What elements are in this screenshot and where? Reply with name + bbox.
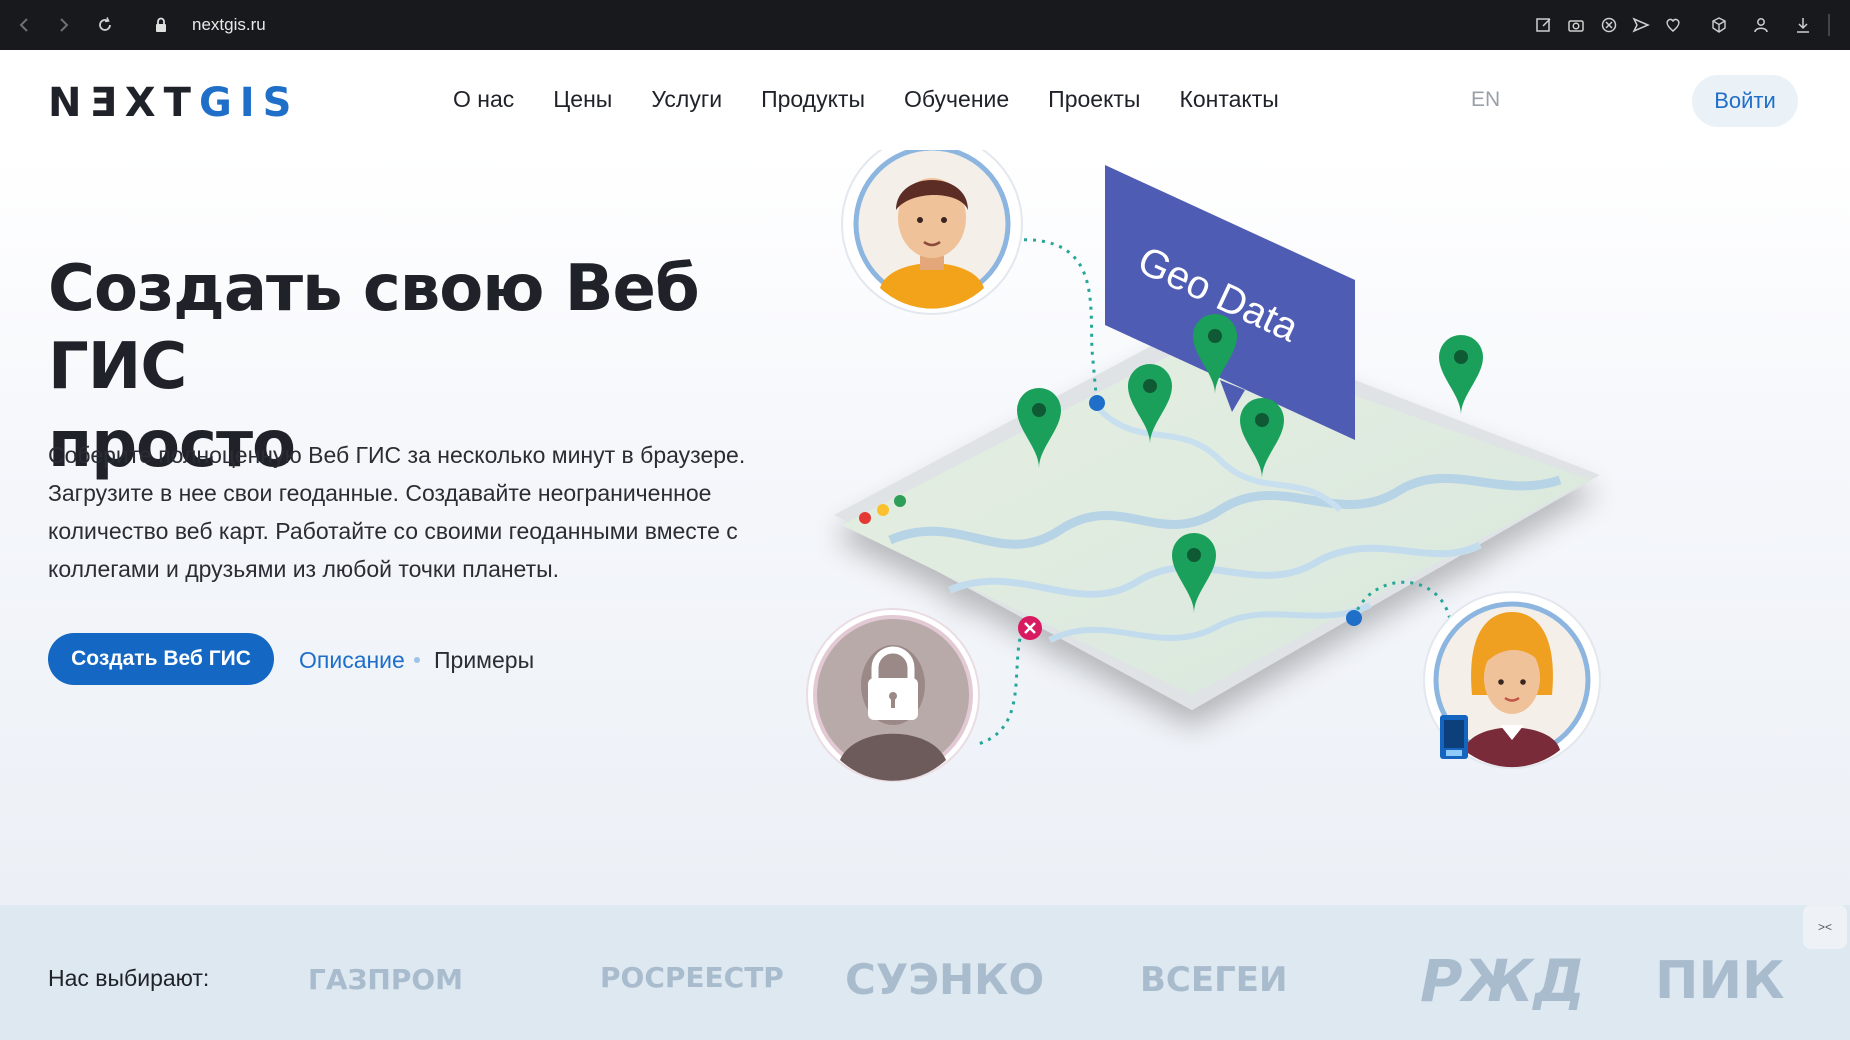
connector-line bbox=[1014, 238, 1099, 406]
client-logo-suenko: СУЭНКО bbox=[845, 955, 1045, 1004]
hero-text-line: количество веб карт. Работайте со своими… bbox=[48, 518, 738, 544]
logo-blue-part: GIS bbox=[198, 80, 300, 126]
heart-icon[interactable] bbox=[1662, 14, 1684, 36]
connector-node bbox=[1089, 395, 1105, 411]
map-pin-icon bbox=[1439, 335, 1483, 415]
scroll-collapse-icon[interactable]: >< bbox=[1803, 905, 1847, 949]
logo-dark-part: NƎXT bbox=[48, 80, 199, 126]
edit-icon[interactable] bbox=[1533, 14, 1555, 36]
block-icon[interactable] bbox=[1598, 14, 1620, 36]
nav-products[interactable]: Продукты bbox=[761, 86, 865, 113]
browser-toolbar: nextgis.ru bbox=[0, 0, 1850, 50]
client-logo-vsegei: ВСЕГЕИ bbox=[1140, 960, 1288, 1000]
site-header: NƎXTGIS О нас Цены Услуги Продукты Обуче… bbox=[0, 50, 1850, 150]
login-button[interactable]: Войти bbox=[1692, 75, 1798, 127]
clients-strip: Нас выбирают: ГАЗПРОМ РОСРЕЕСТР СУЭНКО В… bbox=[0, 905, 1850, 1040]
forward-icon[interactable] bbox=[50, 12, 76, 38]
avatar-woman bbox=[1423, 591, 1601, 769]
client-logo-pik: ПИК bbox=[1655, 951, 1785, 1011]
description-link[interactable]: Описание bbox=[299, 647, 405, 674]
cube-icon[interactable] bbox=[1708, 14, 1730, 36]
client-logo-rzd: РЖД bbox=[1420, 947, 1586, 1015]
examples-link[interactable]: Примеры bbox=[434, 647, 534, 674]
nav-services[interactable]: Услуги bbox=[651, 86, 722, 113]
hero-description: Соберите полноценную Веб ГИС за нескольк… bbox=[48, 436, 768, 588]
language-switch[interactable]: EN bbox=[1471, 88, 1500, 112]
main-nav: О нас Цены Услуги Продукты Обучение Прое… bbox=[453, 86, 1318, 113]
send-icon[interactable] bbox=[1630, 14, 1652, 36]
geodata-illustration: Geo Data bbox=[806, 150, 1601, 782]
connector-line bbox=[974, 629, 1024, 747]
nextgis-logo[interactable]: NƎXTGIS bbox=[48, 80, 299, 126]
back-icon[interactable] bbox=[12, 12, 38, 38]
hero-section: Создать свою Веб ГИС просто Соберите пол… bbox=[0, 150, 1850, 905]
client-logo-rosreestr: РОСРЕЕСТР bbox=[600, 961, 784, 994]
reload-icon[interactable] bbox=[92, 12, 118, 38]
toolbar-divider bbox=[1828, 14, 1830, 36]
nav-about[interactable]: О нас bbox=[453, 86, 514, 113]
hero-text-line: коллегами и друзьями из любой точки план… bbox=[48, 556, 560, 582]
mobile-device-icon bbox=[1440, 715, 1468, 759]
nav-contacts[interactable]: Контакты bbox=[1179, 86, 1278, 113]
avatar-locked bbox=[806, 608, 980, 782]
address-bar-url[interactable]: nextgis.ru bbox=[192, 15, 266, 35]
download-icon[interactable] bbox=[1792, 14, 1814, 36]
link-separator-dot bbox=[414, 657, 420, 663]
hero-title-line1: Создать свою Веб ГИС bbox=[48, 252, 700, 404]
hero-text-line: Соберите полноценную Веб ГИС за нескольк… bbox=[48, 442, 746, 468]
nav-prices[interactable]: Цены bbox=[553, 86, 612, 113]
avatar-man bbox=[841, 150, 1023, 315]
profile-icon[interactable] bbox=[1750, 14, 1772, 36]
camera-icon[interactable] bbox=[1565, 14, 1587, 36]
hero-text-line: Загрузите в нее свои геоданные. Создавай… bbox=[48, 480, 712, 506]
connector-node bbox=[1346, 610, 1362, 626]
client-logo-gazprom: ГАЗПРОМ bbox=[308, 963, 464, 996]
clients-label: Нас выбирают: bbox=[48, 965, 210, 991]
lock-icon[interactable] bbox=[148, 12, 174, 38]
create-webgis-button[interactable]: Создать Веб ГИС bbox=[48, 633, 274, 685]
nav-training[interactable]: Обучение bbox=[904, 86, 1009, 113]
nav-projects[interactable]: Проекты bbox=[1048, 86, 1140, 113]
